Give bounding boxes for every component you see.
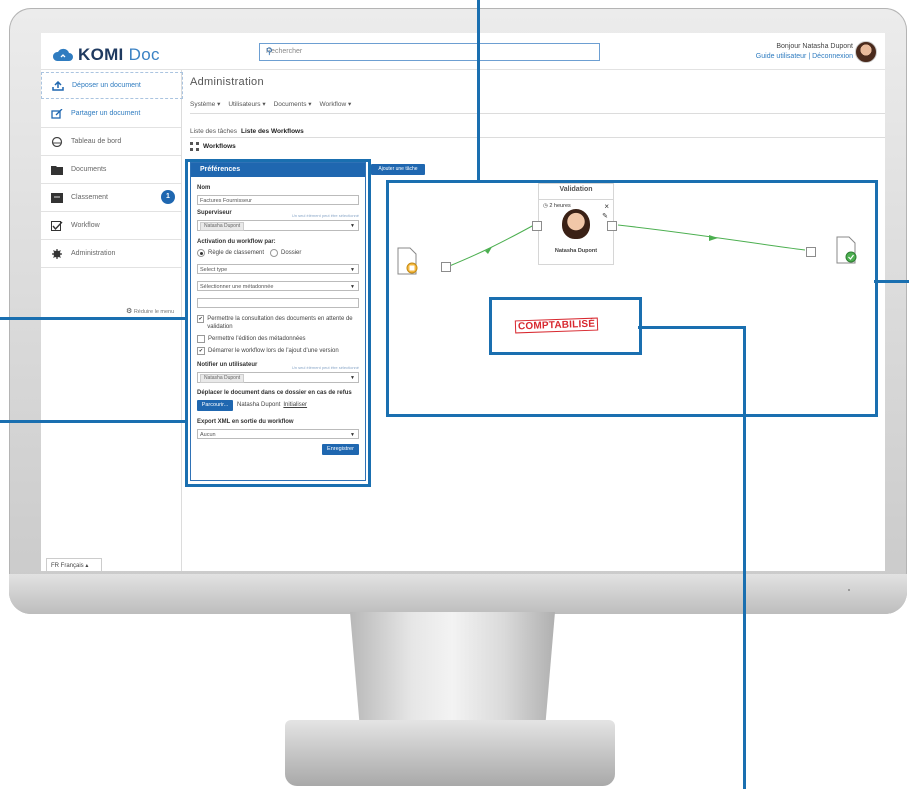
sidebar-item-label: Déposer un document [72, 82, 141, 89]
sidebar-item-workflow[interactable]: Workflow [41, 212, 181, 240]
app-logo[interactable]: KOMI Doc [52, 45, 160, 65]
sidebar-item-label: Classement [71, 194, 108, 201]
dashboard-icon [51, 136, 63, 147]
archive-icon [51, 192, 63, 203]
workflows-heading-label: Workflows [203, 143, 236, 150]
share-icon [51, 108, 63, 119]
menu-systeme[interactable]: Système ▾ [190, 100, 220, 108]
language-selector[interactable]: FR Français ▴ [46, 558, 102, 571]
monitor-chin [9, 574, 907, 614]
sidebar-item-label: Administration [71, 250, 116, 257]
menu-documents[interactable]: Documents ▾ [274, 100, 312, 108]
leader-line-left-2 [0, 420, 186, 423]
sidebar-item-share[interactable]: Partager un document [41, 100, 181, 128]
monitor-stand-base [285, 720, 615, 786]
add-task-button[interactable]: Ajouter une tâche [371, 164, 425, 175]
folder-icon [51, 165, 63, 175]
avatar[interactable] [855, 41, 877, 63]
workflow-grid-icon [190, 142, 199, 151]
leader-line-stamp-horizontal [638, 326, 746, 329]
tab-task-list[interactable]: Liste des tâches [190, 128, 237, 135]
reduce-gear-icon: ⚙ [126, 308, 133, 315]
sidebar: Déposer un document Partager un document… [41, 70, 183, 571]
reduce-menu[interactable]: ⚙ Réduire le menu [126, 307, 174, 315]
logout-link[interactable]: Déconnexion [812, 53, 853, 60]
leader-line-right [874, 280, 909, 283]
link-separator: | [808, 53, 811, 60]
leader-line-stamp-vertical [743, 326, 746, 789]
classement-count-badge: 1 [161, 190, 175, 204]
sidebar-item-upload[interactable]: Déposer un document [41, 72, 183, 99]
admin-menu: Système ▾ Utilisateurs ▾ Documents ▾ Wor… [190, 100, 351, 108]
reduce-menu-label: Réduire le menu [133, 309, 175, 315]
cloud-icon [52, 48, 73, 61]
callout-preferences-frame [185, 159, 371, 487]
checklist-icon [51, 220, 63, 231]
tab-workflow-list[interactable]: Liste des Workflows [241, 128, 304, 135]
greeting-text: Bonjour Natasha Dupont [776, 43, 853, 50]
tab-bar: Liste des tâches Liste des Workflows [190, 128, 304, 135]
monitor-stand-neck [350, 612, 555, 732]
gear-icon [52, 248, 62, 259]
sidebar-item-classement[interactable]: Classement 1 [41, 184, 181, 212]
leader-line-top [477, 0, 480, 181]
sidebar-item-documents[interactable]: Documents [41, 156, 181, 184]
leader-line-left-1 [0, 317, 186, 320]
tab-divider [190, 137, 885, 138]
guide-link[interactable]: Guide utilisateur [756, 53, 807, 60]
callout-stamp-frame [489, 297, 642, 355]
logo-subtext: Doc [128, 45, 160, 64]
sidebar-item-dashboard[interactable]: Tableau de bord [41, 128, 181, 156]
menu-divider [190, 113, 885, 114]
logo-text: KOMI [78, 45, 124, 64]
sidebar-item-label: Workflow [71, 222, 100, 229]
upload-icon [52, 80, 64, 91]
sidebar-item-label: Tableau de bord [71, 138, 122, 145]
sidebar-item-label: Partager un document [71, 110, 141, 117]
search-icon[interactable]: ⚲ [266, 46, 594, 57]
menu-utilisateurs[interactable]: Utilisateurs ▾ [228, 100, 265, 108]
user-greeting: Bonjour Natasha Dupont Guide utilisateur… [756, 42, 853, 62]
search-input[interactable]: Rechercher ⚲ [259, 43, 600, 61]
power-led [848, 589, 850, 591]
workflows-heading: Workflows [190, 142, 236, 151]
sidebar-item-administration[interactable]: Administration [41, 240, 181, 268]
sidebar-item-label: Documents [71, 166, 107, 173]
menu-workflow[interactable]: Workflow ▾ [320, 100, 352, 108]
page-title: Administration [190, 76, 264, 88]
